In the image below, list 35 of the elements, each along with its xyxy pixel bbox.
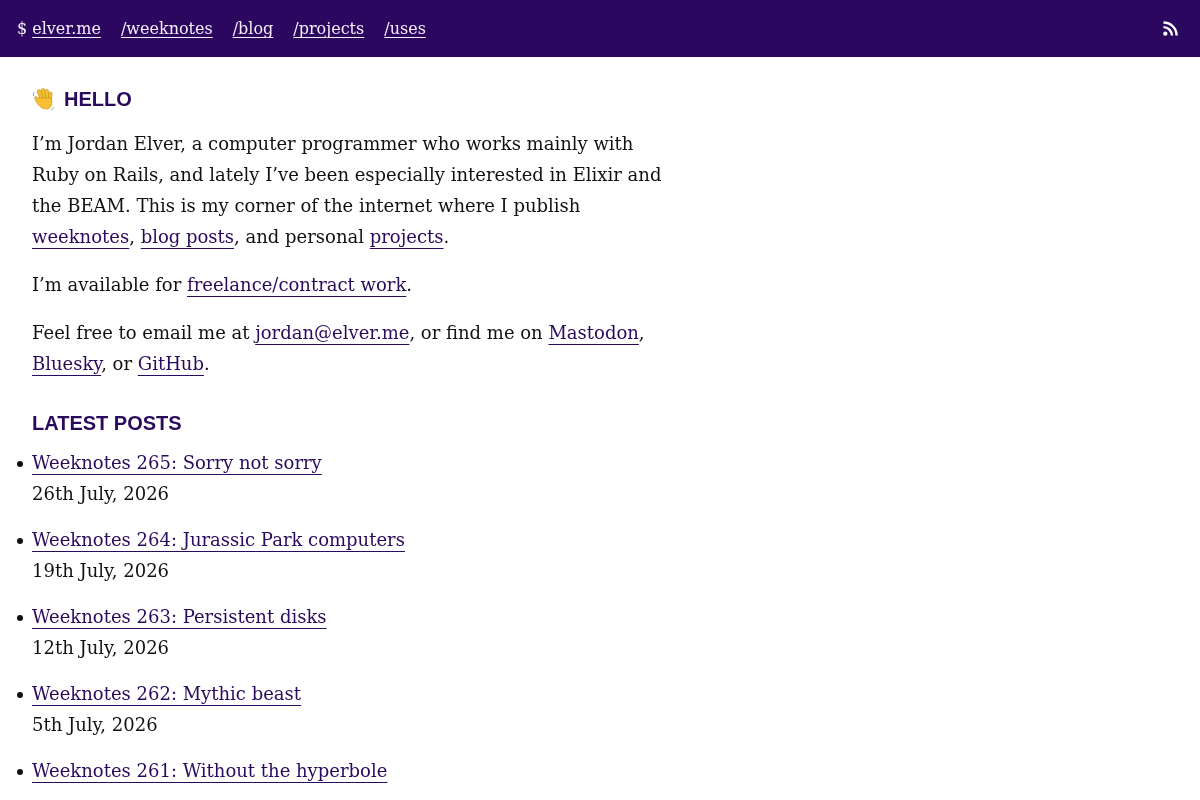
bullet-icon bbox=[17, 538, 23, 544]
bullet-icon bbox=[17, 461, 23, 467]
text-link[interactable]: projects bbox=[369, 226, 444, 247]
text-link[interactable]: GitHub bbox=[137, 353, 204, 374]
nav-link[interactable]: /blog bbox=[232, 19, 274, 38]
text-link[interactable]: blog posts bbox=[140, 226, 235, 247]
text-link[interactable]: Bluesky bbox=[32, 353, 102, 374]
post-link[interactable]: Weeknotes 265: Sorry not sorry bbox=[32, 448, 322, 479]
rss-icon[interactable] bbox=[1163, 21, 1178, 36]
post-link[interactable]: Weeknotes 261: Without the hyperbole bbox=[32, 756, 388, 787]
waving-hand-icon bbox=[32, 87, 56, 111]
nav-link[interactable]: /weeknotes bbox=[120, 19, 213, 38]
section-heading: HELLO bbox=[64, 87, 132, 111]
post-date: 19th July, 2026 bbox=[32, 558, 170, 583]
post-date: 26th July, 2026 bbox=[32, 481, 170, 506]
bullet-icon bbox=[17, 615, 23, 621]
post-link[interactable]: Weeknotes 264: Jurassic Park computers bbox=[32, 525, 405, 556]
text-link[interactable]: jordan@elver.me bbox=[255, 322, 410, 343]
post-link[interactable]: Weeknotes 263: Persistent disks bbox=[32, 602, 327, 633]
post-link[interactable]: Weeknotes 262: Mythic beast bbox=[32, 679, 302, 710]
bullet-icon bbox=[17, 769, 23, 775]
prompt-symbol: $ bbox=[17, 19, 28, 38]
post-date: 5th July, 2026 bbox=[32, 712, 158, 737]
site-link[interactable]: elver.me bbox=[32, 19, 101, 38]
intro-paragraph: I’m available for freelance/contract work. bbox=[32, 273, 414, 297]
intro-paragraph: Feel free to email me at jordan@elver.me, or find me on Mastodon, Bluesky, or GitHub. bbox=[32, 321, 646, 376]
bullet-icon bbox=[17, 692, 23, 698]
nav-link[interactable]: /uses bbox=[384, 19, 426, 38]
text-link[interactable]: Mastodon bbox=[548, 322, 639, 343]
post-date: 12th July, 2026 bbox=[32, 635, 170, 660]
intro-paragraph: I’m Jordan Elver, a computer programmer who works mainly with Ruby on Rails, and lately I’ve been especially interested in Elixir and the BEAM. This is my corner of the internet where I publish weeknotes, blog posts, and personal projects. bbox=[32, 132, 663, 249]
text-link[interactable]: weeknotes bbox=[32, 226, 130, 247]
section-heading: LATEST POSTS bbox=[32, 411, 182, 435]
text-link[interactable]: freelance/contract work bbox=[187, 274, 407, 295]
nav-link[interactable]: /projects bbox=[293, 19, 365, 38]
